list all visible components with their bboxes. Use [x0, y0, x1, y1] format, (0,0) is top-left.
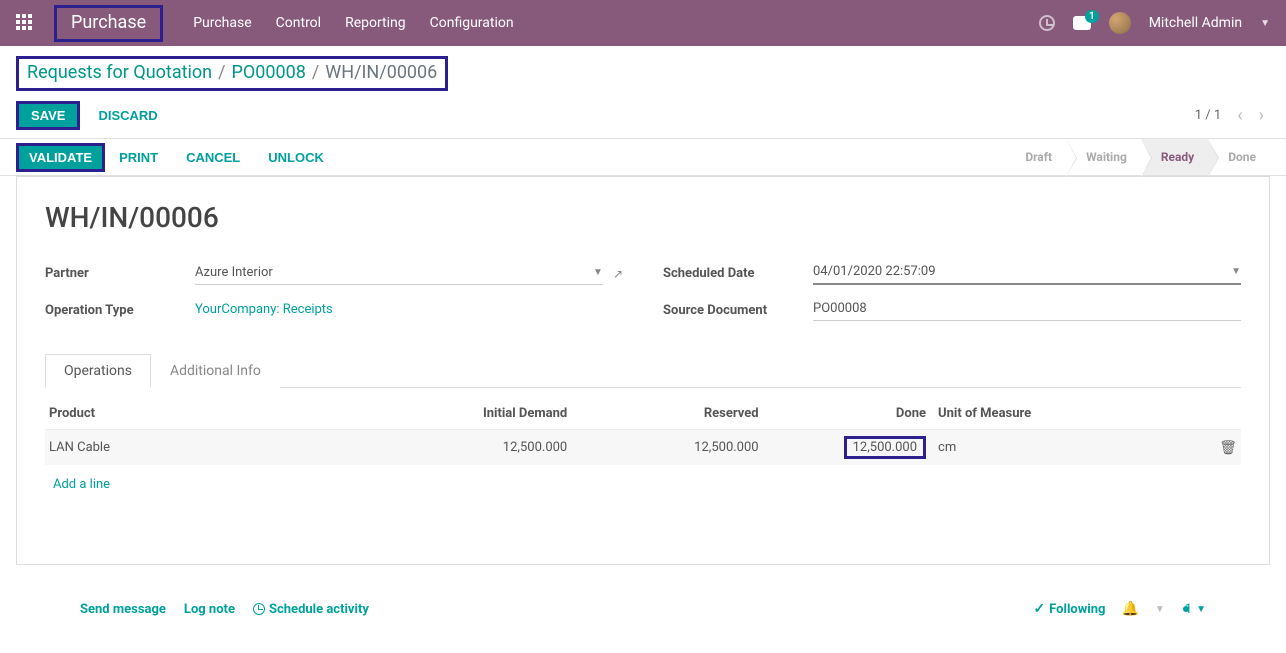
breadcrumb-po[interactable]: PO00008 — [232, 62, 306, 83]
pager: 1 / 1 ‹ › — [1195, 103, 1270, 128]
scheduled-date-dropdown-icon[interactable]: ▼ — [1231, 266, 1241, 277]
scheduled-date-field[interactable]: 04/01/2020 22:57:09 ▼ — [813, 262, 1241, 285]
tab-operations[interactable]: Operations — [45, 354, 151, 388]
label-partner: Partner — [45, 266, 195, 281]
cancel-button[interactable]: Cancel — [172, 144, 254, 171]
followers-caret-icon[interactable]: ▼ — [1196, 604, 1206, 615]
breadcrumb-rfq[interactable]: Requests for Quotation — [27, 62, 212, 83]
partner-value: Azure Interior — [195, 263, 587, 282]
col-reserved: Reserved — [571, 398, 762, 430]
unlock-button[interactable]: Unlock — [254, 144, 338, 171]
topbar-right: 1 Mitchell Admin ▼ — [1039, 12, 1270, 34]
following-label: Following — [1049, 602, 1105, 617]
col-product: Product — [45, 398, 380, 430]
user-menu-caret-icon[interactable]: ▼ — [1260, 18, 1270, 29]
status-steps: Draft Waiting Ready Done — [1005, 139, 1270, 175]
clock-icon — [253, 603, 265, 615]
form-grid: Partner Azure Interior ▼ ↗ Operation Typ… — [45, 262, 1241, 321]
label-source-document: Source Document — [663, 303, 813, 318]
col-initial-demand: Initial Demand — [380, 398, 571, 430]
follow-options-caret-icon[interactable]: ▼ — [1155, 604, 1165, 615]
cell-done[interactable]: 12,500.000 — [763, 430, 930, 466]
breadcrumb: Requests for Quotation / PO00008 / WH/IN… — [16, 56, 448, 91]
pager-next-icon[interactable]: › — [1253, 103, 1270, 128]
label-scheduled-date: Scheduled Date — [663, 266, 813, 281]
form-sheet: WH/IN/00006 Partner Azure Interior ▼ ↗ O… — [16, 176, 1270, 565]
validate-button[interactable]: Validate — [16, 143, 105, 172]
form-col-left: Partner Azure Interior ▼ ↗ Operation Typ… — [45, 262, 623, 321]
schedule-activity-button[interactable]: Schedule activity — [253, 602, 369, 617]
partner-external-link-icon[interactable]: ↗ — [613, 267, 623, 281]
form-col-right: Scheduled Date 04/01/2020 22:57:09 ▼ Sou… — [663, 262, 1241, 321]
sheet-wrap: WH/IN/00006 Partner Azure Interior ▼ ↗ O… — [0, 176, 1286, 585]
schedule-activity-label: Schedule activity — [269, 602, 369, 617]
source-document-field[interactable]: PO00008 — [813, 299, 1241, 321]
chat-badge: 1 — [1085, 10, 1099, 23]
status-draft[interactable]: Draft — [1005, 139, 1066, 175]
chat-button[interactable]: 1 — [1073, 16, 1091, 30]
pager-text: 1 / 1 — [1195, 108, 1221, 123]
partner-dropdown-icon[interactable]: ▼ — [593, 267, 603, 278]
partner-field[interactable]: Azure Interior ▼ — [195, 263, 603, 285]
status-waiting[interactable]: Waiting — [1066, 139, 1141, 175]
apps-icon[interactable] — [16, 14, 34, 32]
cell-uom: cm — [930, 430, 1169, 466]
pager-prev-icon[interactable]: ‹ — [1231, 103, 1248, 128]
avatar[interactable] — [1109, 12, 1131, 34]
col-uom: Unit of Measure — [930, 398, 1169, 430]
breadcrumb-sep: / — [312, 62, 319, 83]
operation-type-field[interactable]: YourCompany: Receipts — [195, 300, 623, 321]
brand-title: Purchase — [54, 5, 163, 42]
menu-purchase[interactable]: Purchase — [193, 15, 251, 31]
cell-initial-demand: 12,500.000 — [380, 430, 571, 466]
chatter: Send message Log note Schedule activity … — [0, 585, 1286, 633]
breadcrumb-row: Requests for Quotation / PO00008 / WH/IN… — [0, 46, 1286, 95]
log-note-button[interactable]: Log note — [184, 602, 235, 617]
activity-clock-icon[interactable] — [1039, 15, 1055, 31]
done-input[interactable]: 12,500.000 — [844, 436, 926, 459]
save-button[interactable]: Save — [16, 101, 80, 130]
print-button[interactable]: Print — [105, 144, 172, 171]
tabs: Operations Additional Info — [45, 353, 1241, 388]
scheduled-date-value: 04/01/2020 22:57:09 — [813, 262, 1225, 281]
edit-buttons-row: Save Discard 1 / 1 ‹ › — [0, 95, 1286, 138]
label-operation-type: Operation Type — [45, 303, 195, 318]
chatter-right: ✓ Following 🔔 ▼ 1 ▼ — [1033, 601, 1206, 617]
top-menu: Purchase Control Reporting Configuration — [193, 15, 513, 31]
bell-icon[interactable]: 🔔 — [1121, 601, 1138, 617]
cell-reserved: 12,500.000 — [571, 430, 762, 466]
topbar: Purchase Purchase Control Reporting Conf… — [0, 0, 1286, 46]
action-buttons: Validate Print Cancel Unlock — [16, 139, 338, 175]
delete-line-icon[interactable]: 🗑 — [1219, 440, 1237, 456]
breadcrumb-sep: / — [218, 62, 225, 83]
send-message-button[interactable]: Send message — [80, 602, 166, 617]
followers-button[interactable]: 1 ▼ — [1181, 602, 1206, 617]
record-title: WH/IN/00006 — [45, 201, 1241, 234]
discard-button[interactable]: Discard — [86, 102, 169, 129]
menu-control[interactable]: Control — [276, 15, 321, 31]
statusbar: Validate Print Cancel Unlock Draft Waiti… — [0, 138, 1286, 176]
menu-configuration[interactable]: Configuration — [430, 15, 514, 31]
operations-table: Product Initial Demand Reserved Done Uni… — [45, 398, 1241, 504]
check-icon: ✓ — [1033, 601, 1045, 617]
col-done: Done — [763, 398, 930, 430]
table-row[interactable]: LAN Cable 12,500.000 12,500.000 12,500.0… — [45, 430, 1241, 466]
menu-reporting[interactable]: Reporting — [345, 15, 406, 31]
following-button[interactable]: ✓ Following — [1033, 601, 1105, 617]
breadcrumb-current: WH/IN/00006 — [325, 62, 437, 83]
tab-additional-info[interactable]: Additional Info — [151, 354, 280, 388]
operation-type-value: YourCompany: Receipts — [195, 300, 623, 319]
user-name[interactable]: Mitchell Admin — [1149, 15, 1242, 31]
source-document-value: PO00008 — [813, 299, 1241, 318]
add-line-link[interactable]: Add a line — [49, 471, 114, 498]
cell-product: LAN Cable — [45, 430, 380, 466]
